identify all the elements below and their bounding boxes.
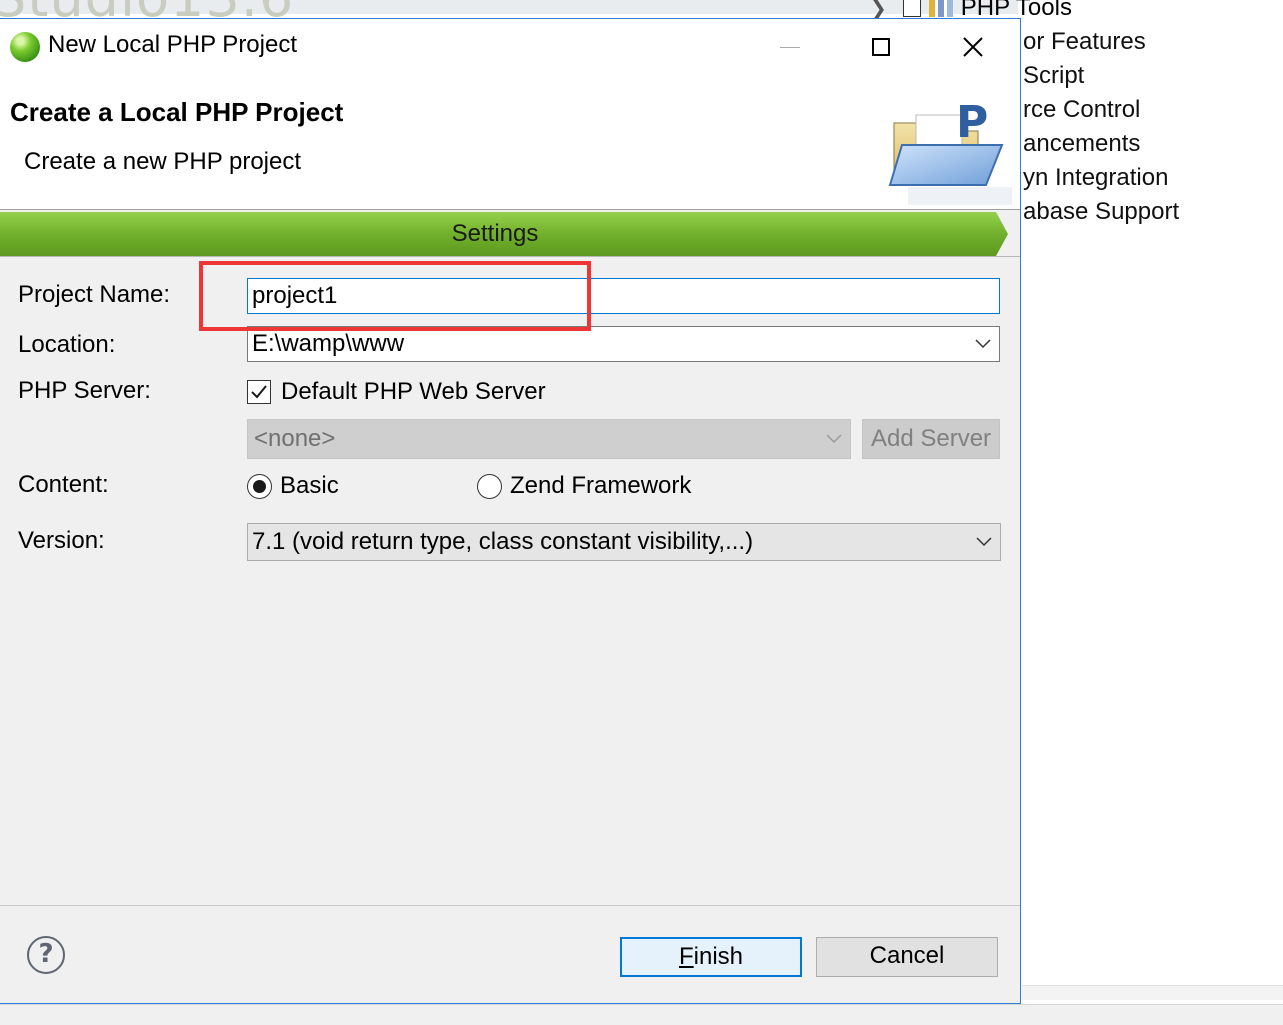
background-tree-item[interactable]: Script xyxy=(1023,62,1084,90)
maximize-icon xyxy=(872,38,890,56)
settings-section-label: Settings xyxy=(451,220,539,247)
default-server-option[interactable]: Default PHP Web Server xyxy=(247,377,546,407)
background-tree-item[interactable]: rce Control xyxy=(1023,96,1140,124)
php-server-select: <none> xyxy=(247,419,851,459)
dialog-title: New Local PHP Project xyxy=(48,31,297,58)
version-value: 7.1 (void return type, class constant vi… xyxy=(252,528,754,555)
close-button[interactable] xyxy=(950,27,996,67)
app-icon xyxy=(10,32,40,62)
location-label: Location: xyxy=(18,331,116,358)
new-project-dialog: New Local PHP Project Create a Local PHP… xyxy=(0,18,1021,1004)
version-label: Version: xyxy=(18,527,105,554)
finish-mnemonic: F xyxy=(678,943,694,970)
radio-selected-dot xyxy=(253,479,266,493)
chevron-down-icon[interactable] xyxy=(976,524,992,560)
chevron-down-icon[interactable] xyxy=(975,327,991,361)
page-title: Create a Local PHP Project xyxy=(10,97,344,127)
wizard-header: Create a Local PHP Project Create a new … xyxy=(0,75,1020,210)
page-description: Create a new PHP project xyxy=(24,148,302,175)
background-tree-item[interactable]: ancements xyxy=(1023,130,1140,158)
location-value: E:\wamp\www xyxy=(252,330,405,357)
php-tools-icon xyxy=(928,0,953,17)
dialog-titlebar[interactable]: New Local PHP Project xyxy=(0,19,1020,75)
finish-button[interactable]: Finish xyxy=(620,937,802,977)
svg-text:P: P xyxy=(956,97,988,148)
project-name-input[interactable]: project1 xyxy=(247,278,1000,314)
version-select[interactable]: 7.1 (void return type, class constant vi… xyxy=(247,523,1001,561)
minimize-button[interactable] xyxy=(767,27,813,67)
radio-basic-label: Basic xyxy=(280,472,339,499)
background-status-bar xyxy=(0,1004,1283,1025)
location-combo[interactable]: E:\wamp\www xyxy=(247,326,1000,362)
radio-zend-framework[interactable] xyxy=(477,473,502,499)
php-server-label: PHP Server: xyxy=(18,377,151,404)
background-tree-item[interactable]: or Features xyxy=(1023,28,1146,56)
php-folder-icon: P xyxy=(888,97,1012,205)
default-server-label: Default PHP Web Server xyxy=(281,378,546,405)
chevron-down-icon xyxy=(826,420,842,458)
content-label: Content: xyxy=(18,471,109,498)
divider xyxy=(0,256,1020,257)
background-tree-item[interactable]: abase Support xyxy=(1023,198,1179,226)
radio-basic[interactable] xyxy=(247,473,272,499)
help-button[interactable]: ? xyxy=(27,936,65,974)
finish-label: inish xyxy=(693,943,744,970)
checkmark-icon xyxy=(251,385,267,399)
radio-zend-framework-label: Zend Framework xyxy=(510,472,692,499)
php-server-value: <none> xyxy=(254,425,336,452)
tree-checkbox[interactable] xyxy=(902,0,921,17)
add-server-button: Add Server xyxy=(862,419,1000,459)
background-panel-footer xyxy=(1022,985,1283,1000)
content-option-zend[interactable]: Zend Framework xyxy=(477,471,691,501)
project-name-label: Project Name: xyxy=(18,281,171,308)
default-server-checkbox[interactable] xyxy=(247,380,271,404)
cancel-button[interactable]: Cancel xyxy=(816,937,998,977)
footer-divider xyxy=(0,905,1020,906)
close-icon xyxy=(963,37,983,57)
background-tree-item[interactable]: yn Integration xyxy=(1023,164,1168,192)
minimize-icon xyxy=(780,46,800,48)
content-option-basic[interactable]: Basic xyxy=(247,471,339,501)
settings-section-bar: Settings xyxy=(0,212,1008,256)
maximize-button[interactable] xyxy=(858,27,904,67)
